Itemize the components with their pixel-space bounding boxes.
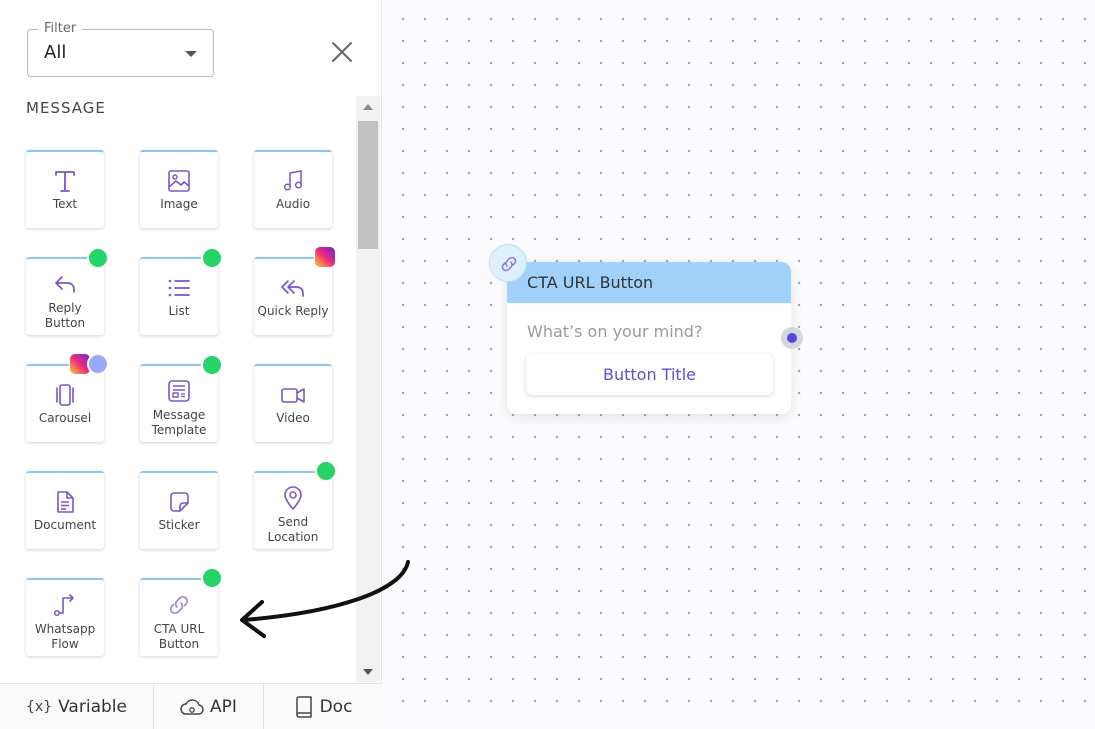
chevron-down-icon (185, 51, 197, 57)
tile-sticker[interactable]: Sticker (140, 471, 218, 549)
reply-icon (55, 276, 75, 293)
variable-button[interactable]: {x} Variable (0, 684, 154, 729)
video-icon (281, 388, 305, 403)
tile-message-template[interactable]: Message Template (140, 364, 218, 442)
whatsapp-badge-icon (201, 247, 223, 269)
variable-icon: {x} (26, 699, 53, 715)
tile-carousel[interactable]: Carousel (26, 364, 104, 442)
instagram-badge-icon (314, 246, 336, 268)
doc-label: Doc (319, 697, 353, 717)
whatsapp-badge-icon (87, 247, 109, 269)
whatsapp-badge-icon (201, 567, 223, 589)
tile-label: Sticker (158, 518, 200, 532)
section-title: MESSAGE (26, 99, 106, 117)
tile-label: Quick Reply (257, 304, 329, 318)
scroll-thumb[interactable] (358, 121, 378, 249)
tile-label: Image (160, 197, 198, 211)
tile-whatsapp-flow[interactable]: Whatsapp Flow (26, 578, 104, 656)
image-icon (168, 170, 190, 192)
tile-label: Text (52, 197, 78, 211)
tile-label: Document (33, 518, 97, 532)
filter-select[interactable]: Filter All (27, 21, 214, 77)
doc-button[interactable]: Doc (264, 684, 382, 729)
node-output-handle[interactable] (781, 327, 803, 349)
api-label: API (210, 697, 237, 717)
tile-send-location[interactable]: Send Location (254, 471, 332, 549)
tile-label: Carousel (38, 411, 92, 425)
tile-label: Message Template (151, 408, 207, 437)
audio-icon (283, 170, 303, 191)
tile-label: Video (276, 411, 310, 425)
book-icon (295, 696, 312, 718)
tile-video[interactable]: Video (254, 364, 332, 442)
document-icon (57, 491, 74, 513)
tile-list[interactable]: List (140, 257, 218, 335)
node-link-icon (489, 244, 527, 282)
carousel-icon (56, 384, 74, 406)
text-icon (55, 171, 75, 192)
tile-label: List (168, 304, 190, 318)
cloud-gear-icon (180, 699, 204, 715)
scroll-up-icon[interactable] (363, 104, 373, 110)
whatsapp-badge-icon (315, 460, 337, 482)
tile-label: Send Location (267, 515, 319, 544)
tile-text[interactable]: Text (26, 150, 104, 228)
sticker-icon (170, 492, 189, 512)
bottom-toolbar: {x} Variable API Doc (0, 683, 382, 729)
flow-canvas[interactable]: CTA URL Button What’s on your mind? Butt… (383, 0, 1095, 718)
location-icon (284, 486, 302, 511)
tile-label: Whatsapp Flow (34, 622, 96, 651)
tile-cta-url-button[interactable]: CTA URL Button (140, 578, 218, 656)
template-icon (168, 380, 190, 402)
close-icon[interactable] (330, 40, 354, 64)
link-icon (169, 595, 189, 615)
tile-document[interactable]: Document (26, 471, 104, 549)
tile-image[interactable]: Image (140, 150, 218, 228)
whatsapp-badge-icon (201, 354, 223, 376)
scroll-down-icon[interactable] (363, 669, 373, 675)
tile-label: Reply Button (44, 301, 86, 330)
web-badge-icon (87, 353, 109, 375)
tile-audio[interactable]: Audio (254, 150, 332, 228)
tile-label: Audio (275, 197, 311, 211)
cta-url-button-node[interactable]: CTA URL Button What’s on your mind? Butt… (489, 244, 803, 414)
flow-icon (53, 594, 74, 617)
filter-label: Filter (38, 21, 83, 37)
node-message-input[interactable]: What’s on your mind? (527, 322, 702, 341)
list-icon (168, 279, 190, 297)
api-button[interactable]: API (154, 684, 264, 729)
pointer-arrow-icon (240, 560, 410, 638)
tile-quick-reply[interactable]: Quick Reply (254, 257, 332, 335)
node-button-title[interactable]: Button Title (526, 354, 773, 395)
tile-label: CTA URL Button (153, 622, 205, 651)
reply-all-icon (281, 280, 304, 297)
node-title: CTA URL Button (527, 273, 654, 292)
filter-value: All (44, 42, 67, 63)
node-header[interactable]: CTA URL Button (507, 262, 791, 303)
tile-reply-button[interactable]: Reply Button (26, 257, 104, 335)
variable-label: Variable (58, 697, 127, 717)
